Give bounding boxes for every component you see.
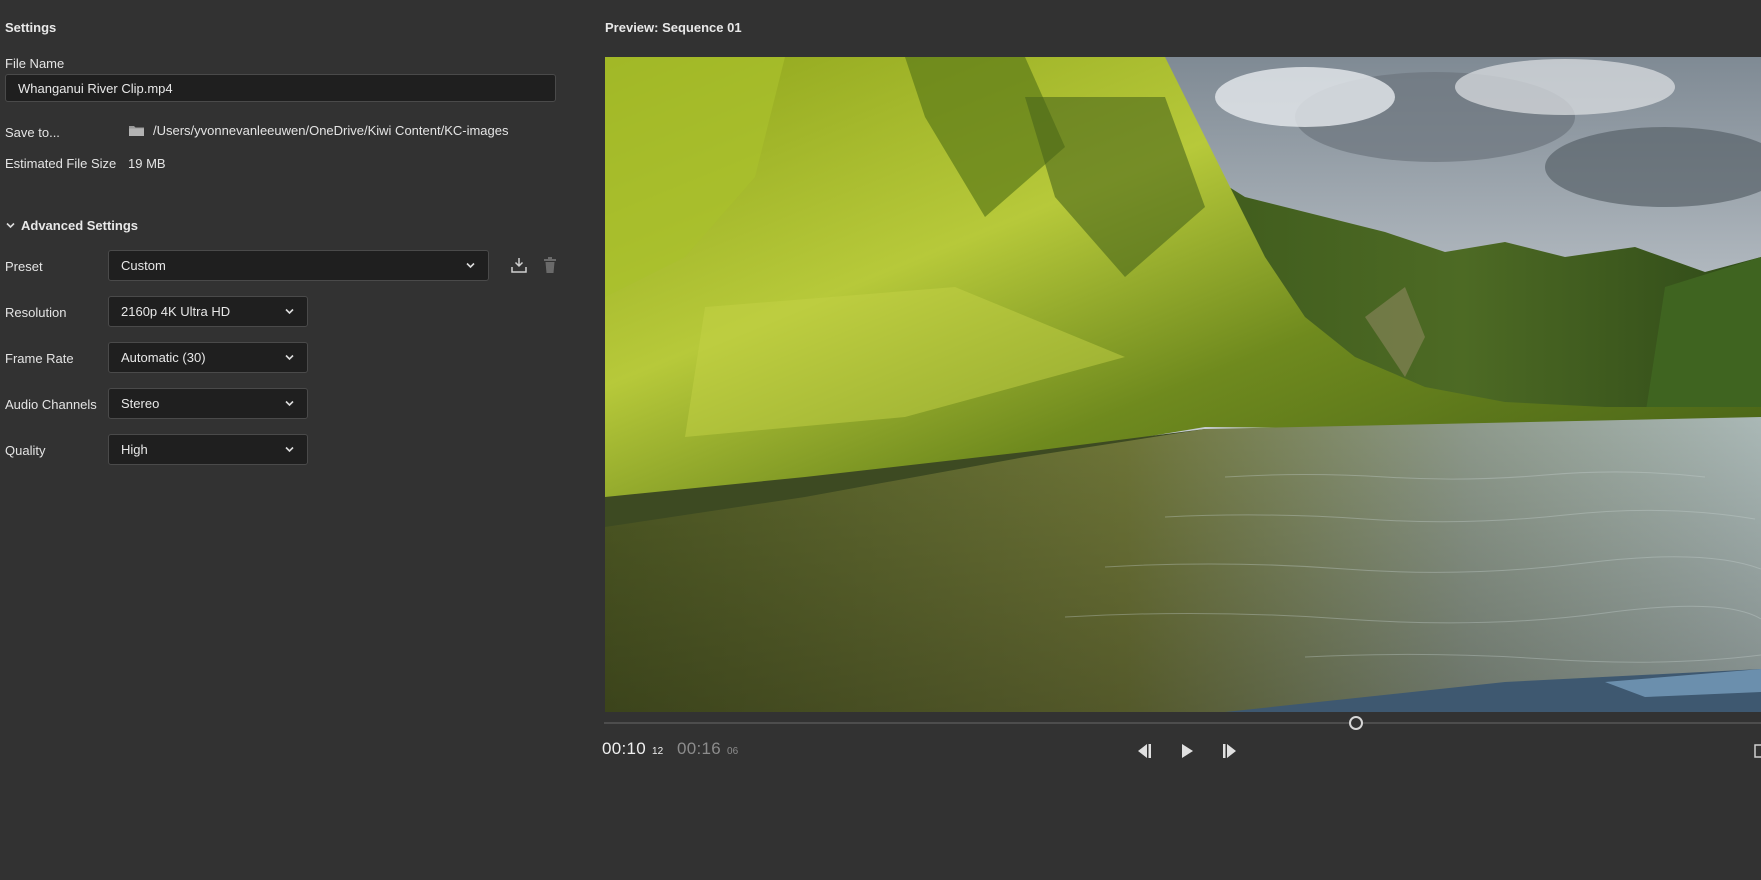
current-time: 00:10	[602, 739, 647, 758]
quality-label: Quality	[5, 443, 46, 458]
resolution-dropdown[interactable]: 2160p 4K Ultra HD	[108, 296, 308, 327]
step-back-icon	[1138, 744, 1151, 758]
resolution-value: 2160p 4K Ultra HD	[121, 304, 231, 319]
chevron-down-icon	[285, 400, 294, 407]
playhead-scrubber[interactable]	[1349, 716, 1363, 730]
frame-rate-dropdown[interactable]: Automatic (30)	[108, 342, 308, 373]
advanced-settings-label: Advanced Settings	[21, 218, 139, 233]
fullscreen-icon[interactable]	[1753, 742, 1761, 760]
frame-rate-label: Frame Rate	[5, 351, 74, 366]
save-to-path[interactable]: /Users/yvonnevanleeuwen/OneDrive/Kiwi Co…	[153, 123, 509, 138]
save-to-location[interactable]: /Users/yvonnevanleeuwen/OneDrive/Kiwi Co…	[128, 123, 509, 138]
preset-value: Custom	[121, 258, 166, 273]
preset-dropdown[interactable]: Custom	[108, 250, 489, 281]
duration-time: 00:16	[677, 739, 722, 758]
quality-value: High	[121, 442, 148, 457]
step-back-button[interactable]	[1132, 740, 1154, 762]
current-frames: 12	[652, 746, 664, 757]
chevron-down-icon	[285, 446, 294, 453]
duration-timecode: 00:16 06	[677, 739, 738, 759]
timeline-track[interactable]	[604, 722, 1761, 724]
settings-title: Settings	[5, 20, 57, 35]
audio-channels-value: Stereo	[121, 396, 160, 411]
advanced-settings-toggle[interactable]: Advanced Settings	[5, 218, 138, 233]
estimated-file-size-value: 19 MB	[128, 156, 166, 171]
file-name-input[interactable]	[5, 74, 556, 102]
resolution-label: Resolution	[5, 305, 67, 320]
play-button[interactable]	[1176, 740, 1198, 762]
export-settings-panel: Settings File Name Save to... /Users/yvo…	[0, 0, 570, 880]
preview-panel: Preview: Sequence 01 00:10 12 00:16 06	[602, 0, 1761, 880]
folder-icon	[129, 126, 144, 136]
river-scene-image	[605, 57, 1761, 712]
duration-frames: 06	[727, 746, 739, 757]
estimated-file-size-label: Estimated File Size	[5, 156, 117, 171]
current-timecode: 00:10 12	[602, 739, 663, 759]
chevron-down-icon	[466, 262, 475, 269]
chevron-down-icon	[285, 354, 294, 361]
step-forward-button[interactable]	[1220, 740, 1242, 762]
audio-channels-dropdown[interactable]: Stereo	[108, 388, 308, 419]
play-icon	[1182, 744, 1193, 758]
file-name-label: File Name	[5, 56, 65, 71]
chevron-down-icon	[6, 222, 15, 229]
trash-icon[interactable]	[541, 256, 559, 274]
step-forward-icon	[1223, 744, 1236, 758]
video-preview[interactable]	[605, 57, 1761, 712]
save-preset-icon[interactable]	[510, 256, 528, 274]
audio-channels-label: Audio Channels	[5, 397, 97, 412]
preset-label: Preset	[5, 259, 43, 274]
frame-rate-value: Automatic (30)	[121, 350, 206, 365]
chevron-down-icon	[285, 308, 294, 315]
preview-title: Preview: Sequence 01	[605, 20, 742, 35]
quality-dropdown[interactable]: High	[108, 434, 308, 465]
save-to-label: Save to...	[5, 125, 60, 140]
